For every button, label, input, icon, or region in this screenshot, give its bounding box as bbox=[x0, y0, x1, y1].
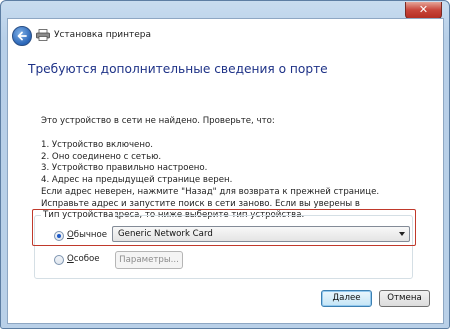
chevron-down-icon bbox=[399, 232, 405, 236]
wizard-footer: Далее Отмена bbox=[1, 288, 449, 307]
wizard-title: Установка принтера bbox=[54, 30, 152, 40]
special-radio-label[interactable]: Особое bbox=[67, 254, 100, 264]
checklist-item: 4. Адрес на предыдущей странице верен. bbox=[41, 174, 233, 185]
close-icon: ✕ bbox=[418, 3, 429, 16]
special-radio[interactable] bbox=[54, 255, 64, 265]
back-arrow-icon bbox=[17, 31, 27, 41]
device-type-select[interactable]: Generic Network Card bbox=[112, 226, 410, 242]
checklist: 1. Устройство включено. 2. Оно соединено… bbox=[41, 140, 232, 186]
printer-icon bbox=[36, 29, 50, 41]
close-button[interactable]: ✕ bbox=[405, 2, 442, 19]
standard-radio[interactable] bbox=[54, 231, 64, 241]
checklist-item: 3. Устройство правильно настроено. bbox=[41, 163, 208, 173]
back-button[interactable] bbox=[12, 26, 32, 46]
parameters-button[interactable]: Параметры... bbox=[115, 251, 183, 269]
page-heading: Требуются дополнительные сведения о порт… bbox=[28, 62, 328, 76]
checklist-item: 2. Оно соединено с сетью. bbox=[41, 151, 162, 162]
checklist-item: 1. Устройство включено. bbox=[41, 140, 153, 150]
standard-radio-label[interactable]: Обычное bbox=[67, 230, 107, 240]
device-type-value: Generic Network Card bbox=[118, 229, 213, 239]
wizard-nav-bar: Установка принтера bbox=[8, 19, 443, 51]
wizard-window: ✕ Установка принтера Требуются дополните… bbox=[0, 0, 450, 329]
cancel-button[interactable]: Отмена bbox=[379, 290, 430, 307]
intro-text: Это устройство в сети не найдено. Провер… bbox=[41, 116, 275, 126]
next-button[interactable]: Далее bbox=[321, 290, 372, 307]
